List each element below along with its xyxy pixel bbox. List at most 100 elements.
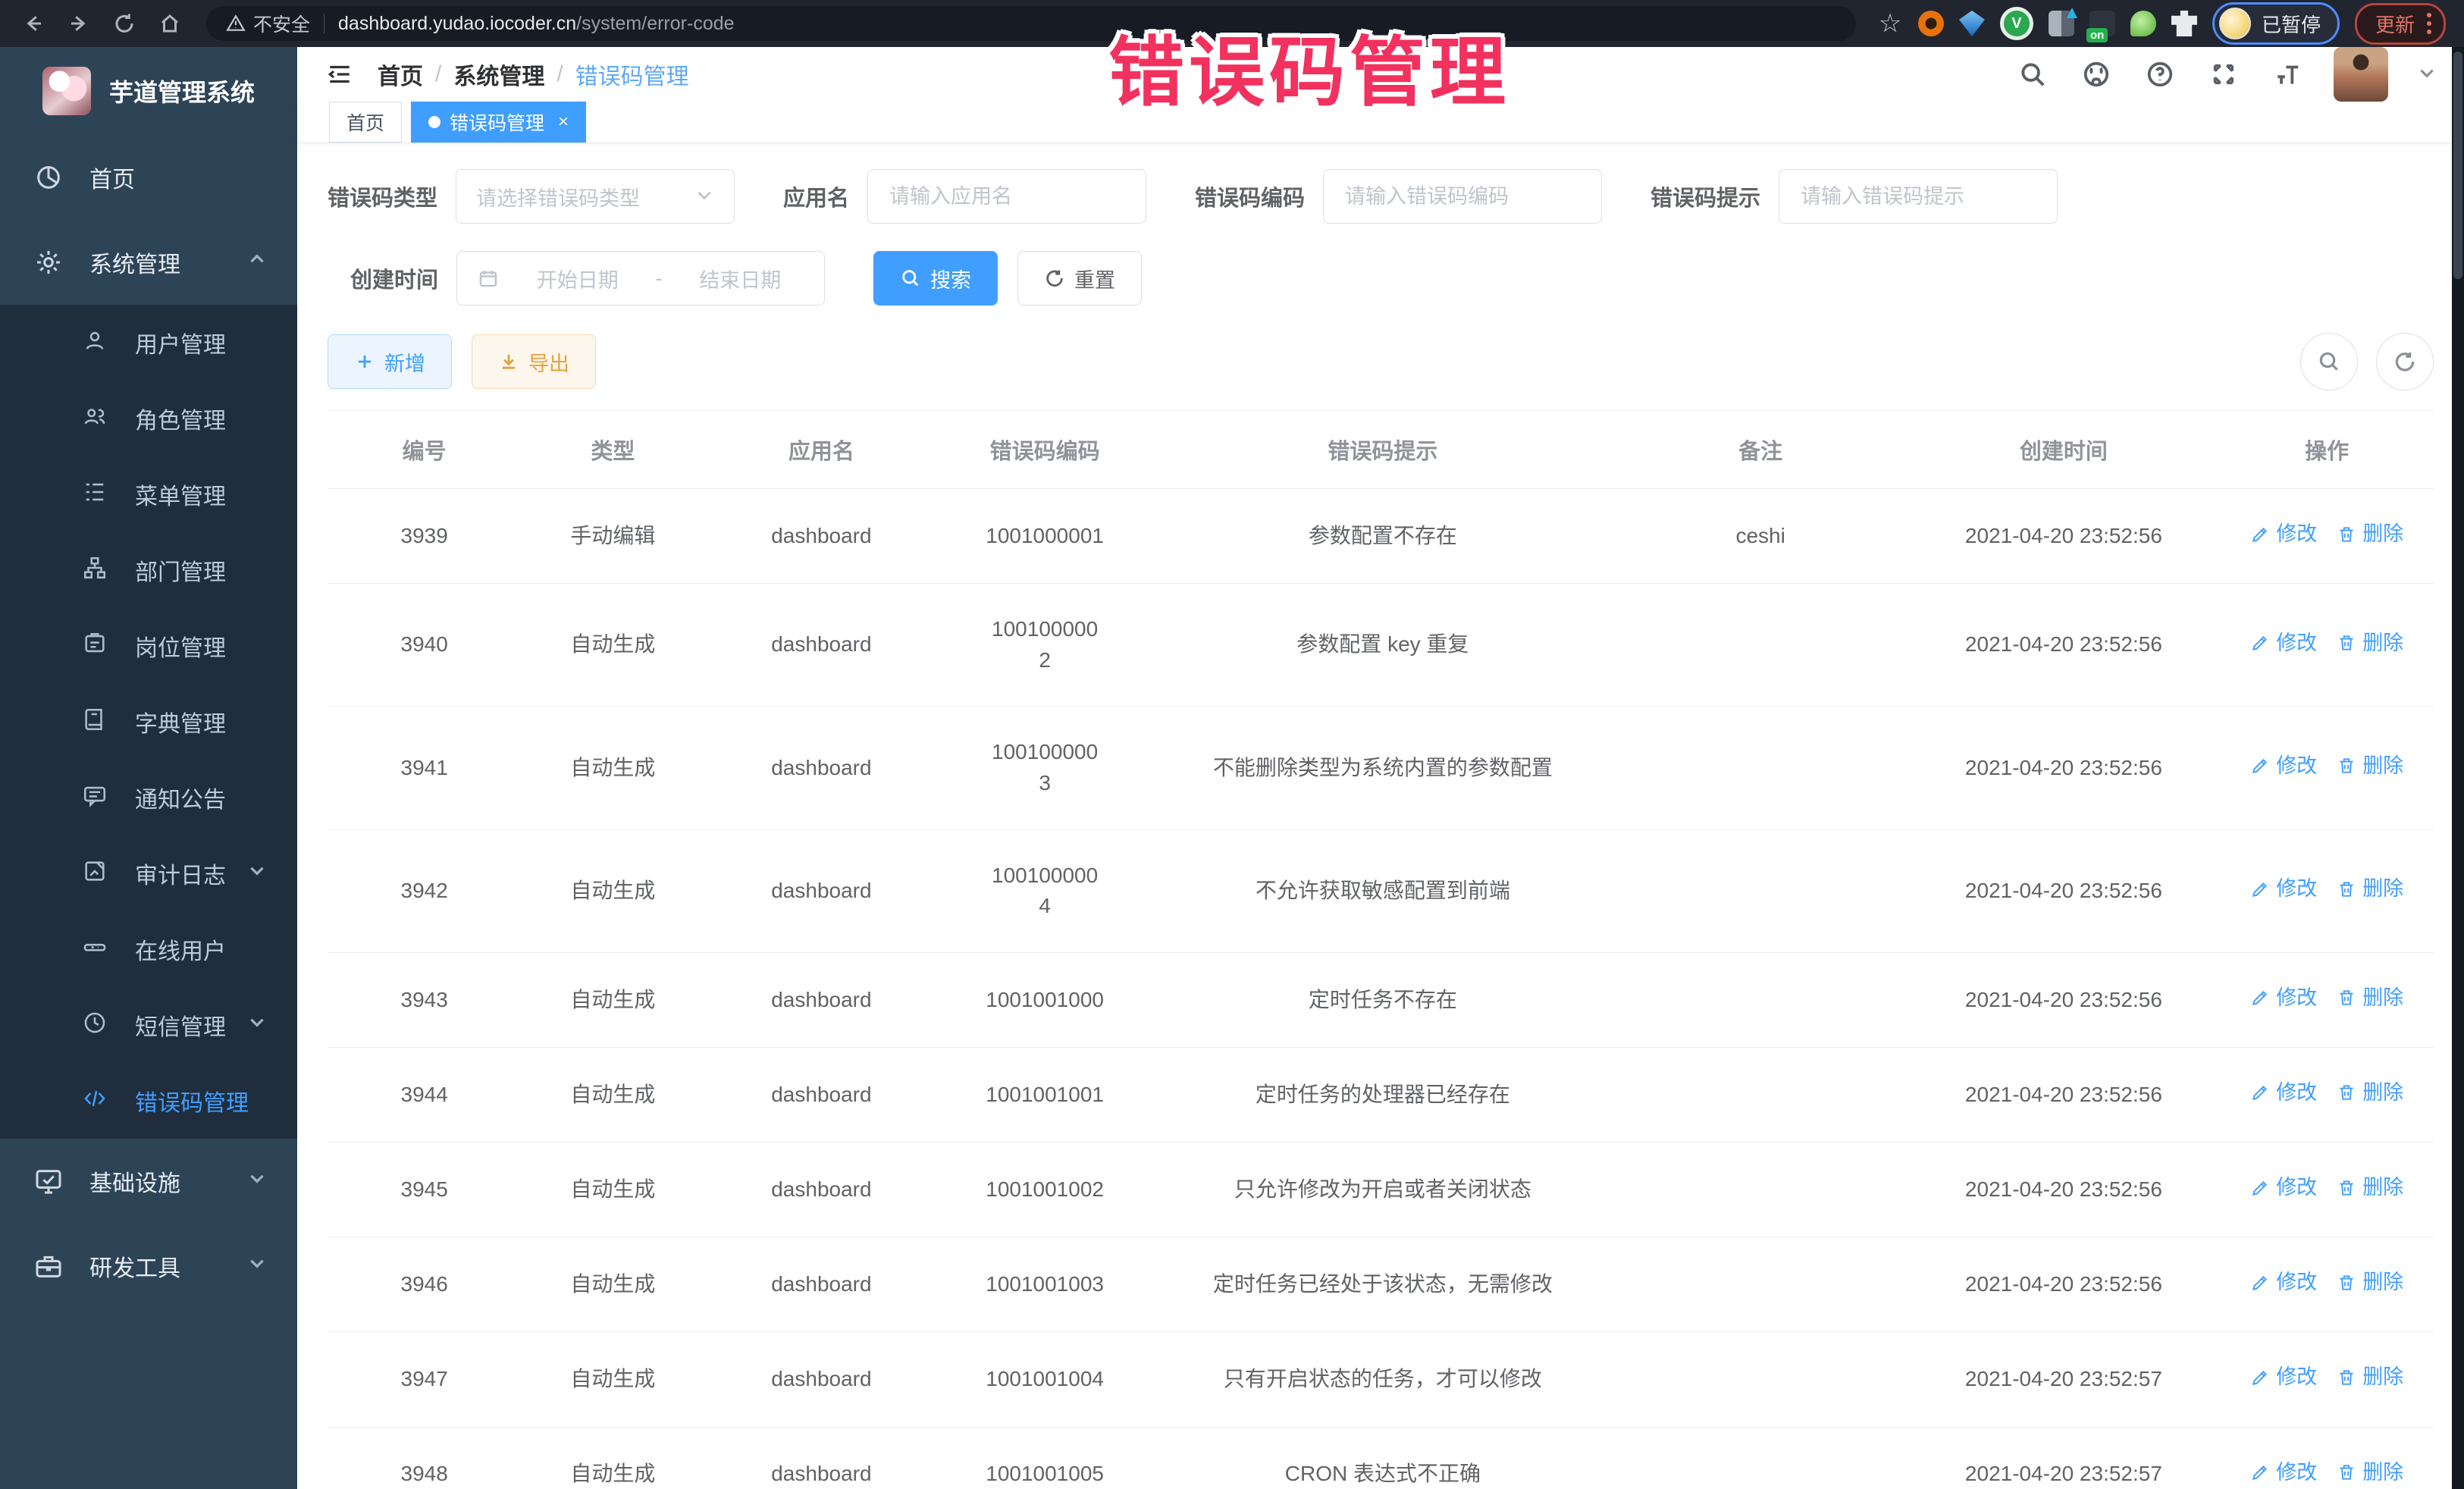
extension-green-icon[interactable]: V (2000, 7, 2033, 40)
delete-link[interactable]: 删除 (2337, 519, 2403, 549)
edit-link[interactable]: 修改 (2250, 1078, 2317, 1108)
forward-icon[interactable] (59, 4, 99, 43)
delete-link[interactable]: 删除 (2337, 1173, 2403, 1202)
browser-toolbar: 不安全 dashboard.yudao.iocoder.cn/system/er… (0, 0, 2464, 47)
close-icon[interactable]: × (558, 111, 569, 133)
sidebar-item-system[interactable]: 系统管理 (0, 220, 297, 305)
add-button[interactable]: 新增 (328, 334, 452, 389)
filter-message: 错误码提示 (1651, 169, 2058, 224)
header-actions (2015, 47, 2437, 102)
cell-message: 参数配置 key 重复 (1152, 584, 1614, 707)
extension-leaf-icon[interactable] (2130, 11, 2156, 36)
window-scrollbar[interactable] (2452, 47, 2464, 1489)
filter-type: 错误码类型 请选择错误码类型 (328, 169, 735, 224)
sidebar-item-devtool[interactable]: 研发工具 (0, 1224, 297, 1309)
error-message-input[interactable] (1799, 184, 2037, 209)
filter-message-label: 错误码提示 (1651, 180, 1760, 212)
extensions-puzzle-icon[interactable] (2171, 11, 2197, 36)
sidebar-item-dict[interactable]: 字典管理 (0, 684, 297, 760)
edit-link[interactable]: 修改 (2250, 1362, 2317, 1392)
tab-home[interactable]: 首页 (329, 102, 402, 143)
edit-link[interactable]: 修改 (2250, 1268, 2317, 1297)
date-range-picker[interactable]: 开始日期 - 结束日期 (456, 251, 825, 306)
edit-link[interactable]: 修改 (2250, 751, 2317, 781)
sidebar-item-menu[interactable]: 菜单管理 (0, 456, 297, 532)
edit-icon (2250, 1462, 2270, 1482)
tags-bar: 首页 错误码管理 × (297, 102, 2464, 143)
search-icon[interactable] (2015, 57, 2050, 92)
plus-icon (354, 351, 375, 372)
tab-error-code[interactable]: 错误码管理 × (411, 102, 586, 143)
sidebar-item-sms[interactable]: 短信管理 (0, 987, 297, 1063)
export-button[interactable]: 导出 (472, 334, 596, 389)
toggle-search-icon[interactable] (2300, 333, 2358, 390)
browser-update-button[interactable]: 更新 (2355, 3, 2446, 45)
breadcrumb-home[interactable]: 首页 (378, 58, 423, 91)
back-icon[interactable] (14, 4, 53, 43)
delete-link[interactable]: 删除 (2337, 1362, 2403, 1392)
col-app: 应用名 (704, 411, 938, 489)
sidebar-item-notice[interactable]: 通知公告 (0, 760, 297, 835)
home-icon[interactable] (150, 4, 190, 43)
scrollbar-thumb[interactable] (2453, 52, 2462, 279)
extension-squares-icon[interactable] (2049, 11, 2074, 36)
extension-gem-icon[interactable] (1959, 11, 1985, 36)
font-size-icon[interactable] (2270, 57, 2305, 92)
sidebar-item-dept[interactable]: 部门管理 (0, 532, 297, 608)
help-icon[interactable] (2143, 57, 2177, 92)
refresh-table-icon[interactable] (2376, 333, 2434, 390)
cell-actions: 修改删除 (2220, 952, 2434, 1047)
edit-link[interactable]: 修改 (2250, 519, 2317, 549)
edit-link[interactable]: 修改 (2250, 874, 2317, 904)
edit-link[interactable]: 修改 (2250, 983, 2317, 1013)
sidebar-item-post[interactable]: 岗位管理 (0, 608, 297, 684)
trash-icon (2337, 756, 2356, 776)
security-warning[interactable]: 不安全 (226, 10, 310, 37)
profile-paused-pill[interactable]: 已暂停 (2212, 2, 2340, 45)
delete-link[interactable]: 删除 (2337, 1268, 2403, 1297)
sidebar-item-errcode[interactable]: 错误码管理 (0, 1063, 297, 1139)
browser-menu-icon[interactable] (2427, 13, 2431, 34)
sidebar-item-role[interactable]: 角色管理 (0, 381, 297, 456)
delete-link[interactable]: 删除 (2337, 874, 2403, 904)
github-icon[interactable] (2079, 57, 2114, 92)
extension-on-badge-icon[interactable] (2089, 11, 2115, 36)
date-start-placeholder: 开始日期 (513, 264, 642, 293)
sidebar-item-online[interactable]: 在线用户 (0, 911, 297, 987)
user-avatar[interactable] (2334, 47, 2388, 102)
delete-link[interactable]: 删除 (2337, 1458, 2403, 1487)
reload-icon[interactable] (105, 4, 144, 43)
delete-link[interactable]: 删除 (2337, 983, 2403, 1013)
sidebar-item-label: 审计日志 (135, 857, 226, 890)
brand-logo (42, 67, 91, 115)
error-type-select[interactable]: 请选择错误码类型 (456, 169, 735, 224)
chevron-down-icon[interactable] (2417, 63, 2437, 86)
edit-link[interactable]: 修改 (2250, 1458, 2317, 1487)
sidebar-fold-icon[interactable] (318, 53, 361, 96)
search-button[interactable]: 搜索 (873, 251, 998, 306)
cell-app: dashboard (704, 584, 938, 707)
delete-link[interactable]: 删除 (2337, 751, 2403, 781)
delete-link[interactable]: 删除 (2337, 1078, 2403, 1108)
bookmark-star-icon[interactable]: ☆ (1877, 11, 1903, 36)
extension-orange-icon[interactable] (1918, 11, 1944, 36)
app-name-input[interactable] (888, 184, 1126, 209)
cell-created: 2021-04-20 23:52:56 (1907, 1237, 2220, 1332)
reset-button[interactable]: 重置 (1017, 251, 1142, 306)
delete-link[interactable]: 删除 (2337, 629, 2403, 658)
fullscreen-icon[interactable] (2206, 57, 2241, 92)
sidebar-item-audit[interactable]: 审计日志 (0, 835, 297, 911)
cell-id: 3940 (328, 584, 521, 707)
edit-link[interactable]: 修改 (2250, 629, 2317, 658)
sidebar-item-user[interactable]: 用户管理 (0, 305, 297, 381)
address-bar[interactable]: 不安全 dashboard.yudao.iocoder.cn/system/er… (206, 6, 1856, 41)
cell-type: 自动生成 (521, 584, 704, 707)
table-row: 3939手动编辑dashboard1001000001参数配置不存在ceshi2… (328, 489, 2434, 584)
sidebar-item-home[interactable]: 首页 (0, 135, 297, 220)
breadcrumb-system[interactable]: 系统管理 (453, 58, 544, 91)
breadcrumb-current: 错误码管理 (575, 58, 689, 91)
error-code-field-wrap (1323, 169, 1602, 224)
sidebar-item-infra[interactable]: 基础设施 (0, 1139, 297, 1224)
edit-link[interactable]: 修改 (2250, 1173, 2317, 1202)
error-code-input[interactable] (1343, 184, 1582, 209)
